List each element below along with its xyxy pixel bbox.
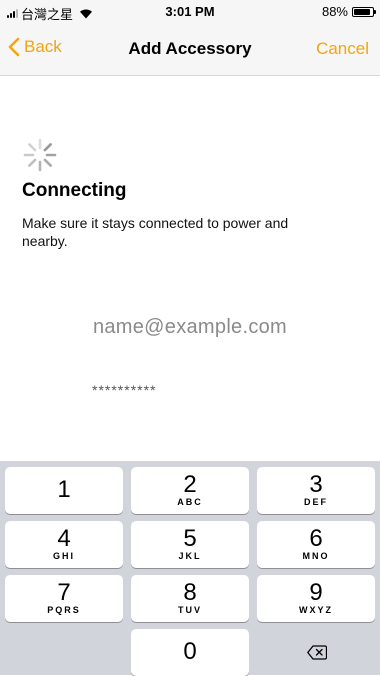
spinner-ray <box>28 143 37 152</box>
email-field[interactable]: name@example.com <box>0 316 380 339</box>
key-letters: DEF <box>304 497 328 507</box>
password-field[interactable]: ********** <box>92 382 156 398</box>
key-letters: ABC <box>177 497 203 507</box>
spinner-ray <box>43 143 52 152</box>
key-3[interactable]: 3 DEF <box>257 467 375 514</box>
key-4[interactable]: 4 GHI <box>5 521 123 568</box>
key-letters: WXYZ <box>299 605 333 615</box>
key-1[interactable]: 1 <box>5 467 123 514</box>
backspace-icon <box>307 645 327 660</box>
key-5[interactable]: 5 JKL <box>131 521 249 568</box>
battery-percent: 88% <box>321 4 348 19</box>
key-digit: 1 <box>57 476 71 503</box>
numeric-keypad: 1 2 ABC 3 DEF 4 GHI 5 JKL 6 MNO 7 PQRS 8… <box>0 461 380 676</box>
key-letters: TUV <box>178 605 202 615</box>
key-8[interactable]: 8 TUV <box>131 575 249 622</box>
key-digit: 0 <box>183 638 197 665</box>
nav-bar: Back Add Accessory Cancel <box>0 22 380 76</box>
key-0[interactable]: 0 <box>131 629 249 676</box>
key-letters: JKL <box>178 551 202 561</box>
key-letters: MNO <box>302 551 330 561</box>
spinner-ray <box>28 158 37 167</box>
battery-icon <box>352 6 376 17</box>
status-bar: 台灣之星 3:01 PM 88% <box>0 0 380 22</box>
key-digit: 5 <box>183 525 197 552</box>
key-letters: GHI <box>52 551 75 561</box>
key-digit: 7 <box>57 579 71 606</box>
key-digit: 4 <box>57 525 71 552</box>
key-7[interactable]: 7 PQRS <box>5 575 123 622</box>
key-digit: 6 <box>309 525 323 552</box>
key-digit: 3 <box>309 471 323 498</box>
spinner-ray <box>43 158 52 167</box>
battery-fill <box>354 8 370 15</box>
spinner-icon <box>23 138 57 172</box>
key-digit: 9 <box>309 579 323 606</box>
status-right: 88% <box>321 4 376 19</box>
key-digit: 8 <box>183 579 197 606</box>
connecting-heading: Connecting <box>22 180 127 201</box>
key-letters: PQRS <box>47 605 81 615</box>
key-6[interactable]: 6 MNO <box>257 521 375 568</box>
key-9[interactable]: 9 WXYZ <box>257 575 375 622</box>
connecting-subtitle: Make sure it stays connected to power an… <box>22 215 289 249</box>
delete-button[interactable] <box>257 629 375 676</box>
key-2[interactable]: 2 ABC <box>131 467 249 514</box>
key-digit: 2 <box>183 471 197 498</box>
cancel-button[interactable]: Cancel <box>316 39 369 59</box>
